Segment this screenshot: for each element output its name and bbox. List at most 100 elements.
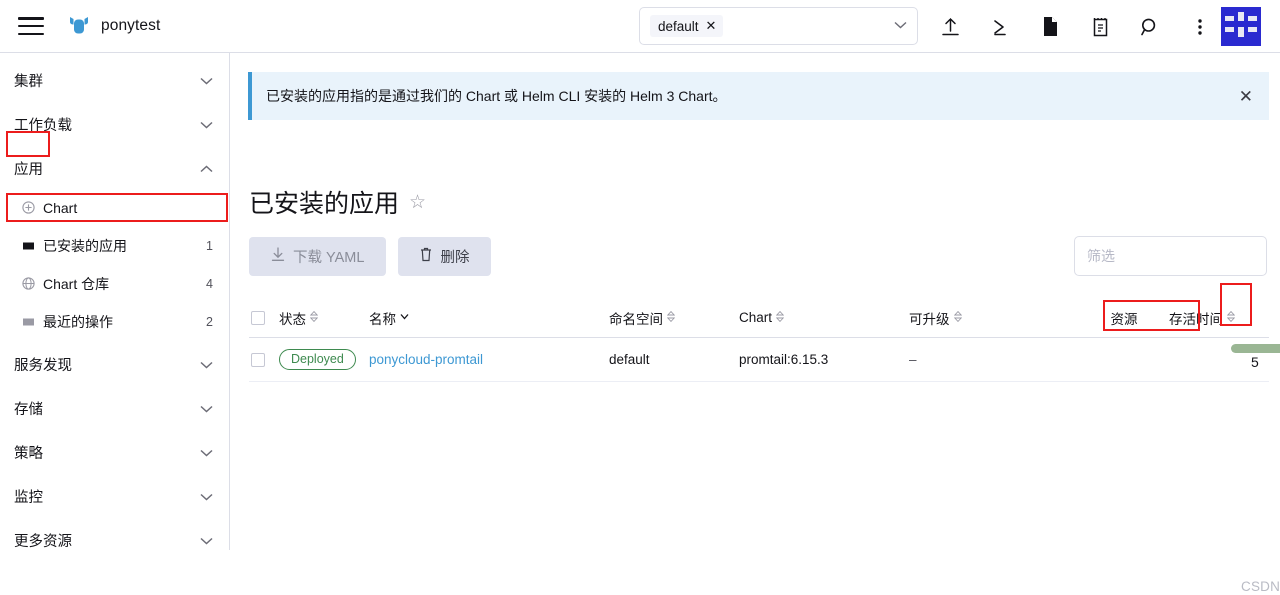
top-bar: ponytest default ✕ [0, 0, 1280, 53]
sidebar-item-count: 2 [206, 314, 213, 329]
chevron-down-icon [894, 20, 907, 32]
cell-chart: promtail:6.15.3 [739, 352, 829, 367]
pony-logo-icon [70, 17, 88, 34]
chevron-down-icon [200, 75, 213, 87]
chevron-down-icon [200, 119, 213, 131]
column-label: 名称 [369, 311, 396, 327]
sidebar-group-label: 策略 [14, 446, 43, 462]
column-header-name[interactable]: 名称 [369, 308, 609, 328]
column-label: 资源 [1110, 311, 1138, 327]
column-header-resources: 资源 [1079, 308, 1169, 328]
chevron-down-icon [200, 403, 213, 415]
sidebar-group-workload[interactable]: 工作负载 [0, 108, 229, 141]
sidebar-item-count: 1 [206, 238, 213, 253]
row-checkbox[interactable] [251, 352, 265, 367]
sidebar-group-apps[interactable]: 应用 [0, 152, 229, 185]
installed-apps-table: 状态 名称 命名空间 Chart 可升级 资源 存活时间 Deployed po… [249, 298, 1269, 382]
more-vertical-icon[interactable] [1175, 0, 1225, 53]
sidebar-item-label: 最近的操作 [43, 313, 113, 330]
namespace-selector[interactable]: default ✕ [639, 7, 918, 45]
column-header-namespace[interactable]: 命名空间 [609, 308, 739, 328]
chevron-down-icon [200, 447, 213, 459]
table-header-row: 状态 名称 命名空间 Chart 可升级 资源 存活时间 [249, 298, 1269, 338]
download-icon [271, 247, 285, 266]
column-label: 存活时间 [1169, 311, 1223, 327]
sidebar-group-cluster[interactable]: 集群 [0, 64, 229, 97]
file-icon[interactable] [1025, 0, 1075, 53]
namespace-value: default [658, 18, 699, 34]
sort-icon [1226, 310, 1236, 325]
sidebar-group-label: 监控 [14, 490, 43, 506]
shell-icon[interactable] [975, 0, 1025, 53]
sidebar-group-storage[interactable]: 存储 [0, 392, 229, 425]
sidebar-item-label: 已安装的应用 [43, 237, 127, 254]
table-row[interactable]: Deployed ponycloud-promtail default prom… [249, 338, 1269, 382]
sidebar-group-service-discovery[interactable]: 服务发现 [0, 348, 229, 381]
search-icon[interactable] [1125, 0, 1175, 53]
brand-name: ponytest [101, 17, 161, 34]
select-all-checkbox[interactable] [251, 310, 265, 325]
column-label: Chart [739, 310, 773, 325]
resource-count: 5 [1251, 354, 1259, 370]
sidebar-item-chart[interactable]: Chart [0, 192, 229, 223]
close-icon[interactable]: ✕ [1239, 88, 1253, 105]
sidebar-item-label: Chart [43, 199, 78, 216]
sort-icon [309, 310, 319, 325]
sort-icon [953, 310, 962, 325]
cell-upgradeable: – [909, 352, 917, 367]
user-avatar[interactable] [1221, 7, 1261, 46]
star-icon[interactable]: ☆ [409, 191, 426, 214]
chevron-up-icon [200, 163, 213, 175]
sidebar-group-monitoring[interactable]: 监控 [0, 480, 229, 513]
status-badge: Deployed [279, 349, 356, 370]
sidebar-group-more-resources[interactable]: 更多资源 [0, 524, 229, 557]
plus-circle-icon [22, 201, 39, 214]
sidebar-group-label: 更多资源 [14, 534, 72, 550]
toolbar-icons [925, 0, 1225, 53]
select-all-checkbox-cell[interactable] [249, 310, 279, 325]
upload-icon[interactable] [925, 0, 975, 53]
sidebar-item-chart-repo[interactable]: Chart 仓库 4 [0, 268, 229, 299]
watermark: CSDN @正在输入中⋯⋯⋯⋯⋯⋯ [1241, 579, 1280, 594]
sidebar-item-count: 4 [206, 276, 213, 291]
column-header-age[interactable]: 存活时间 [1169, 308, 1269, 328]
page-title-text: 已安装的应用 [249, 190, 400, 218]
delete-button[interactable]: 删除 [398, 237, 492, 276]
import-yaml-icon[interactable] [1075, 0, 1125, 53]
page-title: 已安装的应用 ☆ [249, 184, 426, 220]
chevron-down-icon [200, 359, 213, 371]
trash-icon [420, 247, 432, 266]
download-yaml-label: 下载 YAML [293, 250, 365, 266]
box-icon [22, 239, 39, 252]
sidebar-item-installed-apps[interactable]: 已安装的应用 1 [0, 230, 229, 261]
sidebar: 集群 工作负载 应用 Chart 已安装的应用 1 Chart 仓库 4 最近的… [0, 53, 230, 550]
row-checkbox-cell[interactable] [249, 352, 279, 367]
download-yaml-button[interactable]: 下载 YAML [249, 237, 387, 276]
chevron-down-icon [200, 491, 213, 503]
cell-namespace: default [609, 352, 650, 367]
sidebar-group-label: 服务发现 [14, 358, 72, 374]
cell-state: Deployed [279, 349, 369, 370]
column-header-state[interactable]: 状态 [279, 308, 369, 328]
app-name-link[interactable]: ponycloud-promtail [369, 352, 483, 367]
sidebar-item-label: Chart 仓库 [43, 275, 110, 292]
sidebar-group-label: 集群 [14, 74, 43, 90]
info-banner: 已安装的应用指的是通过我们的 Chart 或 Helm CLI 安装的 Helm… [248, 72, 1269, 120]
brand[interactable]: ponytest [66, 13, 160, 39]
resource-progress-bar [1231, 344, 1280, 353]
sidebar-group-label: 存储 [14, 402, 43, 418]
column-label: 状态 [279, 311, 306, 327]
globe-icon [22, 277, 39, 290]
sidebar-item-recent-ops[interactable]: 最近的操作 2 [0, 306, 229, 337]
chevron-down-icon [200, 535, 213, 547]
hamburger-icon[interactable] [18, 17, 44, 35]
close-icon[interactable]: ✕ [706, 18, 717, 34]
column-header-chart[interactable]: Chart [739, 310, 909, 325]
filter-input[interactable] [1074, 236, 1267, 276]
namespace-chip[interactable]: default ✕ [650, 15, 724, 37]
column-header-upgradeable[interactable]: 可升级 [909, 308, 1079, 328]
sort-icon [400, 313, 409, 323]
sidebar-group-policy[interactable]: 策略 [0, 436, 229, 469]
delete-label: 删除 [440, 250, 470, 266]
column-label: 可升级 [909, 311, 950, 327]
